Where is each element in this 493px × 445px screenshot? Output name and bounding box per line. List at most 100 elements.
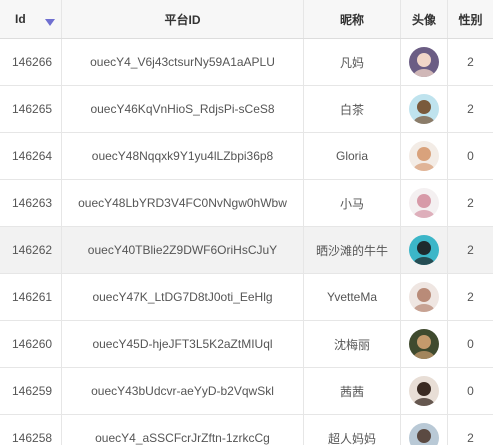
column-header-nickname-label: 昵称 (339, 12, 364, 27)
cell-nickname-value: 沈梅丽 (333, 337, 370, 352)
cell-id: 146262 (0, 227, 62, 273)
cell-id: 146259 (0, 368, 62, 414)
cell-nickname: 沈梅丽 (304, 321, 401, 367)
cell-platform-id-value: ouecY48Nqqxk9Y1yu4lLZbpi36p8 (91, 149, 274, 163)
cell-id: 146261 (0, 274, 62, 320)
cell-gender-value: 0 (467, 149, 474, 163)
cell-avatar (401, 227, 448, 273)
cell-nickname-value: 晒沙滩的牛牛 (315, 243, 388, 258)
cell-id: 146260 (0, 321, 62, 367)
column-header-id[interactable]: Id (0, 0, 62, 38)
column-header-gender[interactable]: 性别 (448, 0, 493, 38)
avatar-child-icon[interactable] (409, 376, 439, 406)
column-header-gender-label: 性别 (458, 12, 483, 27)
column-header-nickname[interactable]: 昵称 (304, 0, 401, 38)
sort-descending-icon[interactable] (45, 19, 55, 26)
cell-nickname-value: 小马 (339, 196, 364, 211)
cell-platform-id: ouecY43bUdcvr-aeYyD-b2VqwSkl (62, 368, 304, 414)
cell-id-value: 146263 (12, 196, 53, 210)
cell-gender: 2 (448, 415, 493, 445)
avatar-cartoon-girl-icon[interactable] (409, 94, 439, 124)
cell-nickname-value: YvetteMa (326, 290, 378, 304)
column-header-avatar[interactable]: 头像 (401, 0, 448, 38)
avatar-beach-icon[interactable] (409, 235, 439, 265)
cell-platform-id: ouecY4_V6j43ctsurNy59A1aAPLU (62, 39, 304, 85)
table-row[interactable]: 146264 ouecY48Nqqxk9Y1yu4lLZbpi36p8 Gloria… (0, 133, 493, 180)
cell-id-value: 146260 (12, 337, 53, 351)
cell-avatar (401, 415, 448, 445)
table-row[interactable]: 146263 ouecY48LbYRD3V4FC0NvNgw0hWbw 小马 2 (0, 180, 493, 227)
cell-avatar (401, 86, 448, 132)
cell-platform-id: ouecY47K_LtDG7D8tJ0oti_EeHlg (62, 274, 304, 320)
cell-gender-value: 2 (467, 290, 474, 304)
cell-gender-value: 0 (467, 384, 474, 398)
table-body: 146266 ouecY4_V6j43ctsurNy59A1aAPLU 凡妈 2 146… (0, 39, 493, 445)
cell-platform-id-value: ouecY4_V6j43ctsurNy59A1aAPLU (90, 55, 275, 69)
cell-platform-id: ouecY40TBlie2Z9DWF6OriHsCJuY (62, 227, 304, 273)
cell-platform-id: ouecY48Nqqxk9Y1yu4lLZbpi36p8 (62, 133, 304, 179)
avatar-woman-sketch-icon[interactable] (409, 282, 439, 312)
cell-avatar (401, 274, 448, 320)
cell-avatar (401, 321, 448, 367)
cell-gender: 2 (448, 227, 493, 273)
user-table: Id 平台ID 昵称 头像 性别 146266 ouecY4_V6j43ctsur… (0, 0, 493, 445)
cell-gender: 0 (448, 368, 493, 414)
column-header-avatar-label: 头像 (411, 12, 436, 27)
cell-nickname: 超人妈妈 (304, 415, 401, 445)
cell-avatar (401, 39, 448, 85)
table-row[interactable]: 146261 ouecY47K_LtDG7D8tJ0oti_EeHlg Yvette… (0, 274, 493, 321)
cell-platform-id: ouecY48LbYRD3V4FC0NvNgw0hWbw (62, 180, 304, 226)
column-header-platform-id[interactable]: 平台ID (62, 0, 304, 38)
cell-nickname-value: 白茶 (339, 102, 364, 117)
cell-gender: 2 (448, 180, 493, 226)
cell-id-value: 146265 (12, 102, 53, 116)
column-header-platform-id-label: 平台ID (164, 12, 201, 27)
cell-platform-id: ouecY46KqVnHioS_RdjsPi-sCeS8 (62, 86, 304, 132)
cell-gender: 2 (448, 86, 493, 132)
table-row[interactable]: 146259 ouecY43bUdcvr-aeYyD-b2VqwSkl 茜茜 0 (0, 368, 493, 415)
cell-avatar (401, 133, 448, 179)
table-row[interactable]: 146266 ouecY4_V6j43ctsurNy59A1aAPLU 凡妈 2 (0, 39, 493, 86)
cell-nickname-value: 超人妈妈 (327, 431, 376, 445)
cell-platform-id-value: ouecY4_aSSCFcrJrZftn-1zrkcCg (95, 431, 270, 445)
cell-nickname: 小马 (304, 180, 401, 226)
cell-avatar (401, 180, 448, 226)
cell-gender-value: 2 (467, 55, 474, 69)
avatar-outdoor-icon[interactable] (409, 329, 439, 359)
cell-id-value: 146262 (12, 243, 53, 257)
cell-nickname: 白茶 (304, 86, 401, 132)
avatar-baby-icon[interactable] (409, 141, 439, 171)
column-header-id-label: Id (15, 12, 26, 26)
cell-gender: 2 (448, 274, 493, 320)
table-row[interactable]: 146265 ouecY46KqVnHioS_RdjsPi-sCeS8 白茶 2 (0, 86, 493, 133)
avatar-mother-icon[interactable] (409, 423, 439, 445)
cell-id-value: 146266 (12, 55, 53, 69)
cell-gender-value: 2 (467, 431, 474, 445)
cell-id: 146265 (0, 86, 62, 132)
cell-id: 146263 (0, 180, 62, 226)
cell-id: 146266 (0, 39, 62, 85)
avatar-woman-icon[interactable] (409, 47, 439, 77)
cell-gender: 0 (448, 321, 493, 367)
cell-id-value: 146259 (12, 384, 53, 398)
cell-id-value: 146261 (12, 290, 53, 304)
avatar-small-figure-icon[interactable] (409, 188, 439, 218)
cell-nickname: 茜茜 (304, 368, 401, 414)
cell-platform-id-value: ouecY43bUdcvr-aeYyD-b2VqwSkl (91, 384, 274, 398)
cell-avatar (401, 368, 448, 414)
cell-nickname: Gloria (304, 133, 401, 179)
cell-platform-id-value: ouecY47K_LtDG7D8tJ0oti_EeHlg (92, 290, 273, 304)
cell-gender-value: 2 (467, 196, 474, 210)
cell-nickname-value: Gloria (335, 149, 368, 163)
cell-platform-id: ouecY45D-hjeJFT3L5K2aZtMIUql (62, 321, 304, 367)
cell-gender: 2 (448, 39, 493, 85)
cell-platform-id: ouecY4_aSSCFcrJrZftn-1zrkcCg (62, 415, 304, 445)
cell-gender: 0 (448, 133, 493, 179)
table-row[interactable]: 146258 ouecY4_aSSCFcrJrZftn-1zrkcCg 超人妈妈 2 (0, 415, 493, 445)
cell-gender-value: 2 (467, 243, 474, 257)
cell-gender-value: 2 (467, 102, 474, 116)
cell-nickname: YvetteMa (304, 274, 401, 320)
cell-platform-id-value: ouecY40TBlie2Z9DWF6OriHsCJuY (87, 243, 278, 257)
table-row[interactable]: 146260 ouecY45D-hjeJFT3L5K2aZtMIUql 沈梅丽 0 (0, 321, 493, 368)
table-row[interactable]: 146262 ouecY40TBlie2Z9DWF6OriHsCJuY 晒沙滩的牛牛… (0, 227, 493, 274)
